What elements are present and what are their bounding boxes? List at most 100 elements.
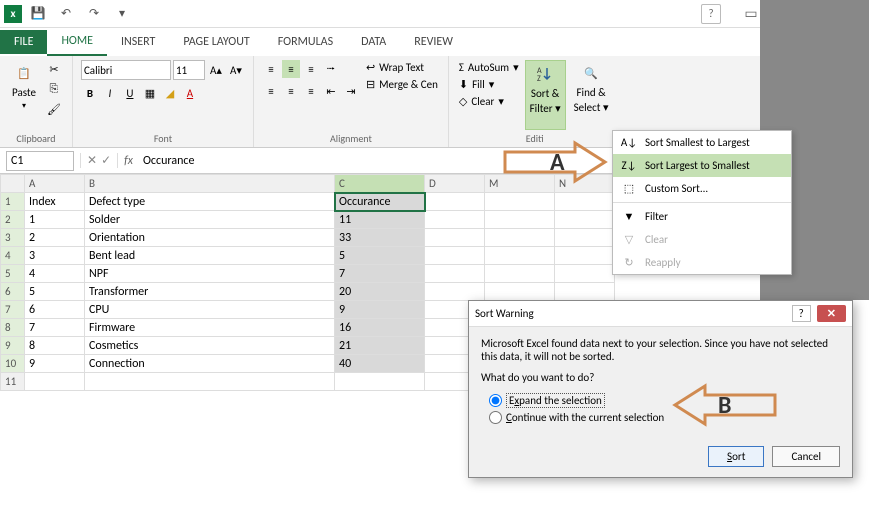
increase-indent-icon[interactable]: ⇥ [342, 82, 360, 100]
fx-icon[interactable]: fx [118, 154, 139, 168]
undo-icon[interactable]: ↶ [56, 4, 76, 24]
cancel-button[interactable]: Cancel [772, 446, 840, 467]
cell[interactable]: 5 [335, 247, 425, 265]
cell[interactable]: Index [25, 193, 85, 211]
cell[interactable]: 7 [25, 319, 85, 337]
cell[interactable] [425, 193, 485, 211]
cell[interactable]: 9 [335, 301, 425, 319]
font-color-icon[interactable]: A [181, 84, 199, 102]
cell[interactable]: 5 [25, 283, 85, 301]
row-header[interactable]: 6 [1, 283, 25, 301]
cell[interactable] [485, 283, 555, 301]
qat-customize-icon[interactable]: ▾ [112, 4, 132, 24]
cell[interactable]: Firmware [85, 319, 335, 337]
cell[interactable] [555, 247, 615, 265]
clear-button[interactable]: ◇Clear ▾ [457, 94, 521, 109]
row-header[interactable]: 8 [1, 319, 25, 337]
radio-continue-input[interactable] [489, 411, 502, 424]
tab-insert[interactable]: INSERT [107, 29, 169, 55]
tab-home[interactable]: HOME [47, 28, 107, 56]
cell[interactable] [425, 211, 485, 229]
tab-formulas[interactable]: FORMULAS [264, 29, 347, 55]
cell[interactable]: 16 [335, 319, 425, 337]
tab-data[interactable]: DATA [347, 29, 400, 55]
orientation-icon[interactable]: ⭬ [322, 60, 340, 78]
decrease-font-icon[interactable]: A▾ [227, 61, 245, 79]
cell[interactable] [425, 265, 485, 283]
row-header[interactable]: 1 [1, 193, 25, 211]
cell[interactable]: 11 [335, 211, 425, 229]
name-box[interactable] [6, 151, 74, 171]
row-header[interactable]: 2 [1, 211, 25, 229]
cell[interactable]: 3 [25, 247, 85, 265]
enter-formula-icon[interactable]: ✓ [101, 153, 111, 168]
border-icon[interactable]: ▦ [141, 84, 159, 102]
cell[interactable] [555, 193, 615, 211]
cell[interactable]: 33 [335, 229, 425, 247]
align-middle-icon[interactable]: ≡ [282, 60, 300, 78]
align-center-icon[interactable]: ≡ [282, 82, 300, 100]
row-header[interactable]: 11 [1, 373, 25, 391]
cell[interactable] [485, 211, 555, 229]
row-header[interactable]: 5 [1, 265, 25, 283]
col-header-d[interactable]: D [425, 175, 485, 193]
cell-active[interactable]: Occurance [335, 193, 425, 211]
cell[interactable]: 8 [25, 337, 85, 355]
cell[interactable] [485, 229, 555, 247]
sort-filter-button[interactable]: AZ Sort & Filter ▾ [525, 60, 566, 130]
align-top-icon[interactable]: ≡ [262, 60, 280, 78]
increase-font-icon[interactable]: A▴ [207, 61, 225, 79]
cell[interactable]: 6 [25, 301, 85, 319]
tab-page-layout[interactable]: PAGE LAYOUT [169, 29, 263, 55]
find-select-button[interactable]: 🔍 Find & Select ▾ [570, 60, 613, 130]
cell[interactable] [425, 229, 485, 247]
cell[interactable] [425, 247, 485, 265]
bold-icon[interactable]: B [81, 84, 99, 102]
paste-button[interactable]: 📋 Paste ▾ [8, 60, 40, 130]
dialog-close-icon[interactable]: ✕ [817, 305, 846, 322]
dialog-help-icon[interactable]: ? [792, 305, 811, 322]
cancel-formula-icon[interactable]: ✕ [87, 153, 97, 168]
row-header[interactable]: 3 [1, 229, 25, 247]
tab-review[interactable]: REVIEW [400, 29, 467, 55]
select-all-corner[interactable] [1, 175, 25, 193]
cell[interactable] [85, 373, 335, 391]
align-left-icon[interactable]: ≡ [262, 82, 280, 100]
italic-icon[interactable]: I [101, 84, 119, 102]
cell[interactable] [485, 193, 555, 211]
cell[interactable]: Solder [85, 211, 335, 229]
merge-center-button[interactable]: ⊟Merge & Cen [364, 77, 440, 92]
font-size-input[interactable] [173, 60, 205, 80]
menu-custom-sort[interactable]: ⬚Custom Sort... [613, 177, 791, 200]
wrap-text-button[interactable]: ↩Wrap Text [364, 60, 440, 75]
tab-file[interactable]: FILE [0, 30, 47, 54]
save-icon[interactable]: 💾 [28, 4, 48, 24]
cell[interactable] [555, 211, 615, 229]
cell[interactable]: 1 [25, 211, 85, 229]
row-header[interactable]: 7 [1, 301, 25, 319]
sort-button[interactable]: Sort [708, 446, 764, 467]
cell[interactable]: Cosmetics [85, 337, 335, 355]
cell[interactable]: CPU [85, 301, 335, 319]
cell[interactable]: Transformer [85, 283, 335, 301]
menu-sort-smallest[interactable]: A↓Sort Smallest to Largest [613, 131, 791, 154]
cell[interactable] [25, 373, 85, 391]
format-painter-icon[interactable]: 🖌 [44, 100, 64, 118]
row-header[interactable]: 9 [1, 337, 25, 355]
cell[interactable]: 2 [25, 229, 85, 247]
cell[interactable] [485, 265, 555, 283]
copy-icon[interactable]: ⎘ [44, 80, 64, 98]
cell[interactable]: 21 [335, 337, 425, 355]
redo-icon[interactable]: ↷ [84, 4, 104, 24]
cell[interactable]: Orientation [85, 229, 335, 247]
cell[interactable] [555, 265, 615, 283]
cell[interactable]: 9 [25, 355, 85, 373]
cell[interactable] [425, 283, 485, 301]
menu-sort-largest[interactable]: Z↓Sort Largest to Smallest [613, 154, 791, 177]
cell[interactable] [335, 373, 425, 391]
radio-expand-input[interactable] [489, 394, 502, 407]
cell[interactable]: 20 [335, 283, 425, 301]
cut-icon[interactable]: ✂ [44, 60, 64, 78]
font-name-input[interactable] [81, 60, 171, 80]
autosum-button[interactable]: ΣAutoSum ▾ [457, 60, 521, 75]
